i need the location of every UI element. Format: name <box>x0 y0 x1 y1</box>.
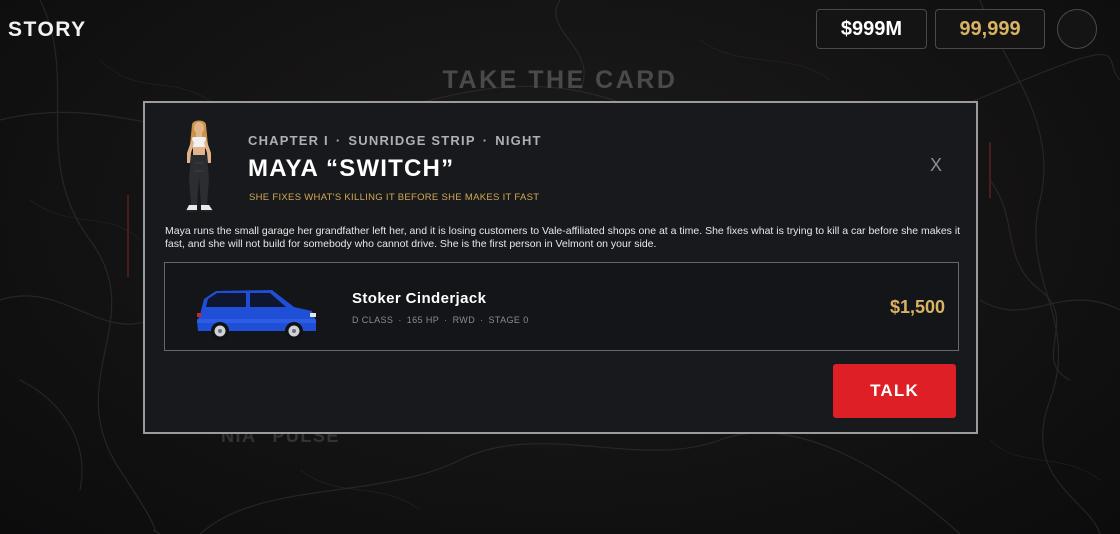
character-description: Maya runs the small garage her grandfath… <box>165 225 961 250</box>
background-heading: TAKE THE CARD <box>442 66 678 94</box>
close-button[interactable]: X <box>930 155 942 176</box>
car-price: $1,500 <box>889 297 945 317</box>
car-image <box>197 290 316 340</box>
separator-dot: · <box>398 315 402 325</box>
character-tagline: SHE FIXES WHAT'S KILLING IT BEFORE SHE M… <box>249 192 540 203</box>
car-class: D CLASS <box>352 315 394 325</box>
car-horsepower: 165 HP <box>406 315 440 325</box>
coins-display[interactable]: 99,999 <box>935 9 1045 49</box>
screen-title: STORY <box>8 18 87 41</box>
separator-dot: · <box>480 315 484 325</box>
character-dialog: CHAPTER I · SUNRIDGE STRIP · NIGHT MAYA “SWI… <box>143 101 978 434</box>
separator-dot: · <box>335 133 342 148</box>
car-name: Stoker Cinderjack <box>352 290 487 307</box>
chapter-label: CHAPTER I <box>248 133 329 148</box>
car-drivetrain: RWD <box>452 315 476 325</box>
money-display[interactable]: $999M <box>816 9 927 49</box>
chapter-info: CHAPTER I · SUNRIDGE STRIP · NIGHT <box>248 133 542 148</box>
separator-dot: · <box>482 133 489 148</box>
talk-button[interactable]: TALK <box>833 364 956 418</box>
separator-dot: · <box>444 315 448 325</box>
game-screen: TAKE THE CARD NIA "PULSE" STORY $999M 99… <box>0 0 1120 534</box>
car-card[interactable]: Stoker Cinderjack D CLASS · 165 HP · RWD · STA… <box>164 262 959 351</box>
character-portrait <box>186 120 213 212</box>
character-name: MAYA “SWITCH” <box>248 155 455 182</box>
background-red-line <box>989 142 991 198</box>
car-specs: D CLASS · 165 HP · RWD · STAGE 0 <box>352 315 529 325</box>
location-label: SUNRIDGE STRIP <box>348 133 476 148</box>
profile-avatar-button[interactable] <box>1057 9 1097 49</box>
background-red-line <box>127 195 129 277</box>
car-stage: STAGE 0 <box>488 315 529 325</box>
time-label: NIGHT <box>495 133 542 148</box>
